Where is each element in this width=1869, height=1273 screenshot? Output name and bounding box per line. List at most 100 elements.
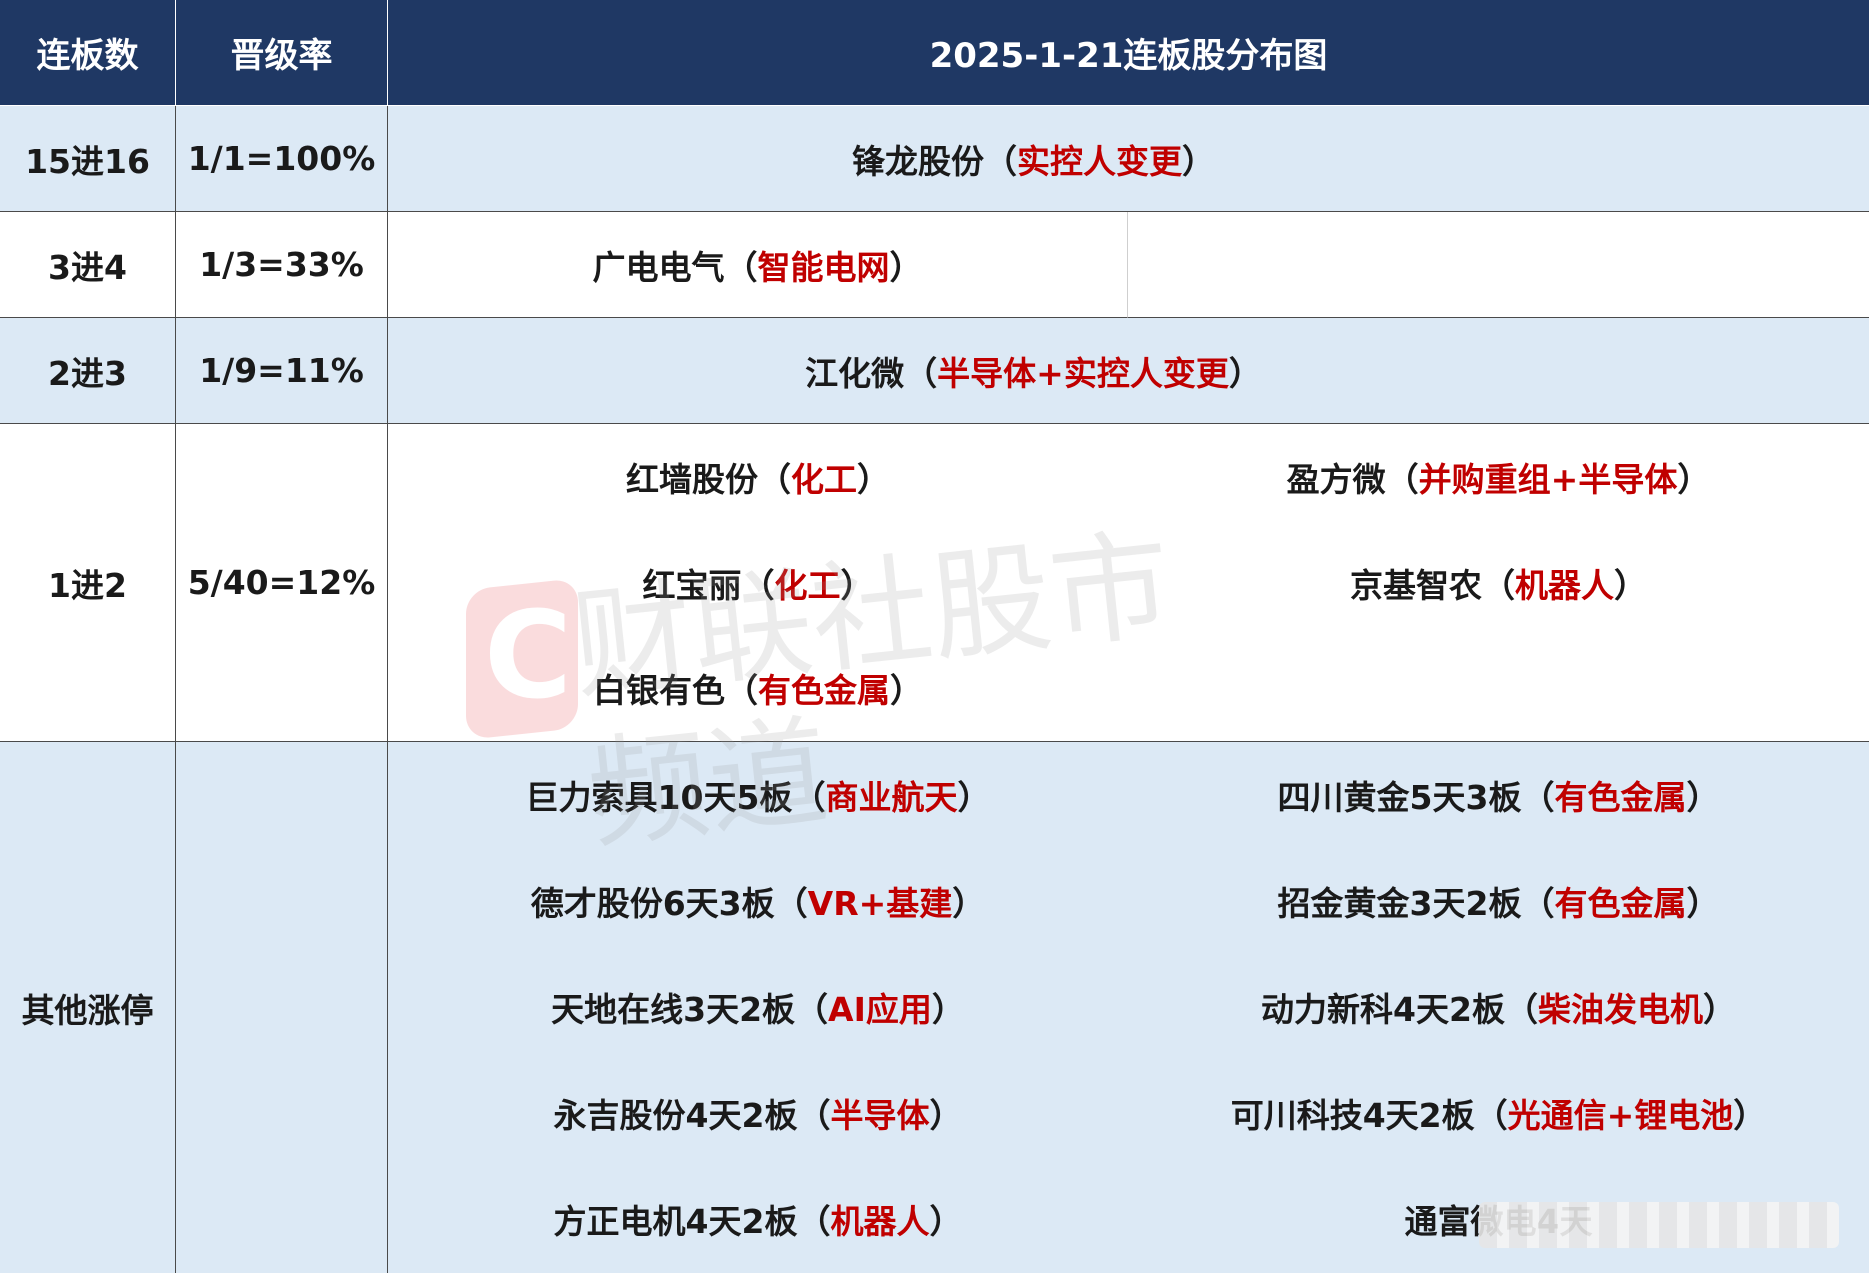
stock-name: 天地在线3天2板 <box>551 990 796 1029</box>
rate-cell-1: 5/40=12% <box>176 424 388 742</box>
stock-entry: 动力新科4天2板（柴油发电机） <box>1261 954 1736 1060</box>
paren-open: （ <box>1521 884 1555 923</box>
stock-theme-tag: 化工 <box>791 459 857 499</box>
paren-close: ） <box>1686 884 1720 923</box>
paren-close: ） <box>1228 353 1262 393</box>
stock-entry: 招金黄金3天2板（有色金属） <box>1278 848 1720 954</box>
stock-theme-tag: 有色金属 <box>1554 884 1687 923</box>
rate-cell-2: 1/9=11% <box>176 318 388 424</box>
stock-name: 江化微 <box>805 353 905 393</box>
paren-close: ） <box>1702 990 1736 1029</box>
stock-entry: 京基智农（机器人） <box>1350 530 1647 636</box>
stock-name: 盈方微 <box>1286 460 1386 499</box>
stock-entry: 巨力索具10天5板（商业航天） <box>526 742 991 848</box>
paren-close: ） <box>929 1096 963 1135</box>
stock-name: 巨力索具10天5板 <box>525 778 793 817</box>
table-title: 2025-1-21连板股分布图 <box>929 36 1328 76</box>
stock-theme-tag: 半导体 <box>830 1096 930 1135</box>
header-title-cell: 2025-1-21连板股分布图 <box>388 0 1869 106</box>
paren-close: ） <box>857 459 890 499</box>
stocks-cell-2: 江化微（半导体+实控人变更） <box>388 318 1869 424</box>
stock-name: 锋龙股份 <box>852 141 984 181</box>
stock-theme-tag: 有色金属 <box>1554 778 1687 817</box>
stock-entry: 可川科技4天2板（光通信+锂电池） <box>1231 1060 1767 1166</box>
level-label: 3进4 <box>48 247 127 287</box>
stock-theme-tag: 机器人 <box>1515 566 1614 605</box>
header-level-cell: 连板数 <box>0 0 176 106</box>
paren-close: ） <box>890 671 923 711</box>
stock-theme-tag: 有色金属 <box>758 671 890 711</box>
paren-close: ） <box>889 247 923 287</box>
stock-theme-tag: 半导体+实控人变更 <box>937 353 1229 393</box>
level-cell-15: 15进16 <box>0 106 176 212</box>
stock-theme-tag: 机器人 <box>830 1202 930 1241</box>
paren-close: ） <box>840 565 874 605</box>
stock-theme-tag: 化工 <box>774 565 841 605</box>
rate-label: 1/9=11% <box>199 351 364 390</box>
stock-theme-tag: AI应用 <box>828 990 932 1029</box>
stock-theme-tag: 并购重组+半导体 <box>1418 460 1678 499</box>
paren-close: ） <box>1677 460 1711 499</box>
stocks-cell-3-left: 广电电气（智能电网） <box>388 212 1128 318</box>
paren-open: （ <box>758 459 791 499</box>
paren-close: ） <box>1733 1096 1767 1135</box>
stock-entry: 天地在线3天2板（AI应用） <box>551 954 965 1060</box>
rate-label: 5/40=12% <box>187 563 376 602</box>
paren-open: （ <box>792 778 826 817</box>
level-label: 2进3 <box>48 353 127 393</box>
stock-name: 红墙股份 <box>626 459 758 499</box>
paren-open: （ <box>984 141 1017 181</box>
header-rate-cell: 晋级率 <box>176 0 388 106</box>
stock-name: 方正电机4天2板 <box>553 1202 798 1241</box>
stock-entry: 德才股份6天3板（VR+基建） <box>531 848 986 954</box>
stock-theme-tag: 光通信+锂电池 <box>1507 1096 1734 1135</box>
level-cell-3: 3进4 <box>0 212 176 318</box>
stock-name: 广电电气 <box>592 247 725 287</box>
paren-open: （ <box>1385 460 1419 499</box>
stock-name: 可川科技4天2板 <box>1230 1096 1475 1135</box>
paren-close: ） <box>952 884 986 923</box>
stock-name: 招金黄金3天2板 <box>1277 884 1522 923</box>
paren-open: （ <box>1482 566 1515 605</box>
rate-cell-15: 1/1=100% <box>176 106 388 212</box>
overlay-placeholder-bar <box>1479 1202 1839 1248</box>
stock-entry: 红墙股份（化工） <box>626 424 890 530</box>
paren-open: （ <box>741 565 775 605</box>
stock-entry: 广电电气（智能电网） <box>593 241 923 289</box>
level-cell-1: 1进2 <box>0 424 176 742</box>
limit-up-distribution-table: 连板数 晋级率 2025-1-21连板股分布图 15进16 1/1=100% 锋… <box>0 0 1869 1273</box>
stock-name: 永吉股份4天2板 <box>553 1096 798 1135</box>
header-rate-label: 晋级率 <box>230 36 333 76</box>
stock-theme-tag: 智能电网 <box>757 247 890 287</box>
header-level-label: 连板数 <box>36 36 139 76</box>
paren-open: （ <box>797 1202 831 1241</box>
stock-entry: 江化微（半导体+实控人变更） <box>805 347 1452 395</box>
stock-entry: 永吉股份4天2板（半导体） <box>554 1060 963 1166</box>
paren-close: ） <box>931 990 965 1029</box>
stock-name: 白银有色 <box>593 671 725 711</box>
paren-open: （ <box>795 990 829 1029</box>
stocks-cell-1-right: 盈方微（并购重组+半导体） 京基智农（机器人） <box>1128 424 1869 742</box>
stocks-cell-other-right: 四川黄金5天3板（有色金属） 招金黄金3天2板（有色金属） 动力新科4天2板（柴… <box>1128 742 1869 1273</box>
stock-theme-tag: VR+基建 <box>807 884 953 923</box>
rate-cell-other <box>176 742 388 1273</box>
stocks-cell-other-left: 巨力索具10天5板（商业航天） 德才股份6天3板（VR+基建） 天地在线3天2板… <box>388 742 1128 1273</box>
stock-entry: 方正电机4天2板（机器人） <box>554 1166 963 1272</box>
paren-open: （ <box>1521 778 1555 817</box>
paren-close: ） <box>929 1202 963 1241</box>
paren-open: （ <box>904 353 938 393</box>
rate-label: 1/1=100% <box>187 139 376 178</box>
stock-entry: 白银有色（有色金属） <box>593 635 923 741</box>
stock-entry: 红宝丽（化工） <box>643 530 874 636</box>
stocks-cell-15: 锋龙股份（实控人变更） <box>388 106 1869 212</box>
stock-name: 德才股份6天3板 <box>530 884 775 923</box>
paren-close: ） <box>1182 141 1215 181</box>
stock-theme-tag: 柴油发电机 <box>1537 990 1703 1029</box>
level-cell-2: 2进3 <box>0 318 176 424</box>
paren-open: （ <box>1504 990 1538 1029</box>
paren-close: ） <box>1614 566 1647 605</box>
stock-entry: 锋龙股份（实控人变更） <box>852 135 1405 183</box>
stock-name: 四川黄金5天3板 <box>1277 778 1522 817</box>
stock-entry: 盈方微（并购重组+半导体） <box>1287 424 1711 530</box>
paren-close: ） <box>957 778 991 817</box>
